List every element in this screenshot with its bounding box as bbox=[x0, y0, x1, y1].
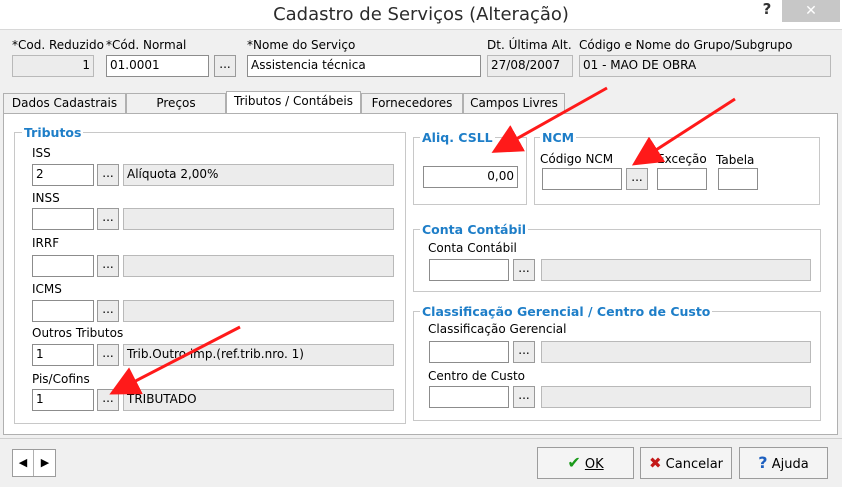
icms-desc-field bbox=[123, 300, 394, 322]
cod-normal-label: *Cód. Normal bbox=[106, 38, 187, 52]
cod-reduzido-label: *Cod. Reduzido bbox=[12, 38, 104, 52]
cancel-label: Cancelar bbox=[665, 457, 724, 472]
csll-field[interactable]: 0,00 bbox=[423, 166, 518, 188]
outros-desc-field: Trib.Outro imp.(ref.trib.nro. 1) bbox=[123, 344, 394, 366]
question-icon: ? bbox=[758, 453, 768, 472]
centro-custo-lookup-button[interactable]: ... bbox=[513, 386, 535, 408]
classificacao-desc-field bbox=[541, 341, 811, 363]
inss-label: INSS bbox=[32, 191, 60, 205]
pis-lookup-button[interactable]: ... bbox=[97, 389, 119, 411]
grupo-field: 01 - MAO DE OBRA bbox=[579, 55, 831, 77]
pis-code-field[interactable]: 1 bbox=[32, 389, 94, 411]
outros-lookup-button[interactable]: ... bbox=[97, 344, 119, 366]
codigo-ncm-field[interactable] bbox=[542, 168, 622, 190]
help-button[interactable]: ? bbox=[752, 0, 782, 22]
cod-normal-field[interactable]: 01.0001 bbox=[106, 55, 209, 77]
classificacao-gerencial-field[interactable] bbox=[429, 341, 509, 363]
icms-label: ICMS bbox=[32, 282, 62, 296]
window-title: Cadastro de Serviços (Alteração) bbox=[273, 4, 569, 25]
tab-dados-cadastrais[interactable]: Dados Cadastrais bbox=[3, 93, 126, 114]
inss-lookup-button[interactable]: ... bbox=[97, 208, 119, 230]
conta-contabil-desc-field bbox=[541, 259, 811, 281]
next-record-icon[interactable]: ▶ bbox=[35, 450, 55, 476]
iss-code-field[interactable]: 2 bbox=[32, 164, 94, 186]
iss-lookup-button[interactable]: ... bbox=[97, 164, 119, 186]
dt-ultima-alt-label: Dt. Última Alt. bbox=[487, 38, 572, 52]
irrf-code-field[interactable] bbox=[32, 255, 94, 277]
irrf-label: IRRF bbox=[32, 236, 60, 250]
nome-servico-field[interactable]: Assistencia técnica bbox=[247, 55, 481, 77]
conta-contabil-title: Conta Contábil bbox=[420, 222, 529, 237]
ncm-title: NCM bbox=[540, 130, 577, 145]
tributos-title: Tributos bbox=[22, 125, 84, 140]
cod-normal-lookup-button[interactable]: ... bbox=[214, 55, 236, 77]
excecao-label: Exceção bbox=[657, 152, 707, 166]
iss-label: ISS bbox=[32, 146, 51, 160]
conta-contabil-label: Conta Contábil bbox=[428, 241, 517, 255]
prev-record-icon[interactable]: ◀ bbox=[13, 450, 34, 476]
classificacao-title: Classificação Gerencial / Centro de Cust… bbox=[420, 304, 713, 319]
conta-contabil-lookup-button[interactable]: ... bbox=[513, 259, 535, 281]
codigo-ncm-label: Código NCM bbox=[540, 152, 614, 166]
tab-fornecedores[interactable]: Fornecedores bbox=[361, 93, 463, 114]
tabela-field[interactable] bbox=[718, 168, 758, 190]
classificacao-gerencial-label: Classificação Gerencial bbox=[428, 322, 567, 336]
excecao-field[interactable] bbox=[657, 168, 707, 190]
centro-custo-field[interactable] bbox=[429, 386, 509, 408]
close-button[interactable]: ✕ bbox=[782, 0, 840, 22]
ok-label: OK bbox=[584, 457, 604, 472]
outros-tributos-label: Outros Tributos bbox=[32, 326, 124, 340]
classificacao-lookup-button[interactable]: ... bbox=[513, 341, 535, 363]
iss-desc-field: Alíquota 2,00% bbox=[123, 164, 394, 186]
record-navigator: ◀ ▶ bbox=[12, 449, 56, 477]
inss-desc-field bbox=[123, 208, 394, 230]
pis-desc-field: TRIBUTADO bbox=[123, 389, 394, 411]
nome-servico-label: *Nome do Serviço bbox=[247, 38, 356, 52]
tab-precos[interactable]: Preços bbox=[126, 93, 226, 114]
centro-custo-desc-field bbox=[541, 386, 811, 408]
tab-tributos-contabeis[interactable]: Tributos / Contábeis bbox=[226, 91, 361, 114]
check-icon: ✔ bbox=[567, 453, 581, 472]
inss-code-field[interactable] bbox=[32, 208, 94, 230]
tab-campos-livres[interactable]: Campos Livres bbox=[463, 93, 565, 114]
csll-title: Aliq. CSLL bbox=[420, 130, 495, 145]
cancel-button[interactable]: ✖ Cancelar bbox=[640, 447, 732, 479]
outros-code-field[interactable]: 1 bbox=[32, 344, 94, 366]
irrf-desc-field bbox=[123, 255, 394, 277]
pis-cofins-label: Pis/Cofins bbox=[32, 372, 90, 386]
ok-button[interactable]: ✔ OK bbox=[537, 447, 634, 479]
cancel-x-icon: ✖ bbox=[648, 454, 662, 472]
centro-custo-label: Centro de Custo bbox=[428, 369, 525, 383]
conta-contabil-field[interactable] bbox=[429, 259, 509, 281]
cod-reduzido-field[interactable]: 1 bbox=[12, 55, 94, 77]
irrf-lookup-button[interactable]: ... bbox=[97, 255, 119, 277]
help-action-button[interactable]: ? Ajuda bbox=[739, 447, 828, 479]
icms-lookup-button[interactable]: ... bbox=[97, 300, 119, 322]
ncm-lookup-button[interactable]: ... bbox=[626, 168, 648, 190]
tabela-label: Tabela bbox=[716, 153, 755, 167]
icms-code-field[interactable] bbox=[32, 300, 94, 322]
ajuda-label: Ajuda bbox=[771, 457, 809, 472]
grupo-label: Código e Nome do Grupo/Subgrupo bbox=[579, 38, 793, 52]
dt-ultima-alt-field: 27/08/2007 bbox=[487, 55, 573, 77]
